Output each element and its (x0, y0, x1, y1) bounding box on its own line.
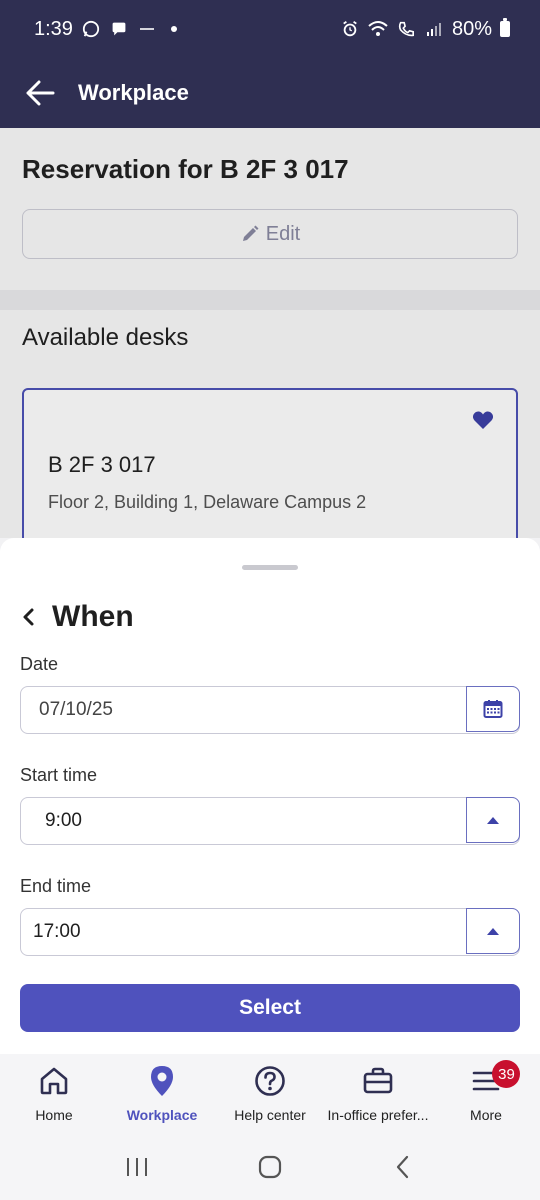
home-icon (40, 1067, 68, 1095)
battery-icon (500, 18, 510, 37)
nav-in-office-label: In-office prefer... (327, 1107, 429, 1123)
end-time-toggle-button[interactable] (466, 908, 520, 954)
caret-up-icon (487, 816, 499, 824)
notification-icon (137, 19, 157, 39)
home-system-button[interactable] (250, 1147, 290, 1187)
nav-workplace[interactable]: Workplace (108, 1054, 216, 1134)
nav-home[interactable]: Home (0, 1054, 108, 1134)
end-time-label: End time (20, 876, 92, 896)
nav-workplace-label: Workplace (126, 1107, 198, 1123)
when-bottom-sheet: When Date Start time End time Select (0, 538, 540, 1054)
end-time-input[interactable] (21, 909, 466, 955)
modal-scrim[interactable] (0, 128, 540, 538)
sheet-header: When (20, 600, 134, 634)
back-button[interactable] (24, 77, 56, 109)
end-time-field (20, 908, 520, 956)
home-circle-icon (258, 1155, 282, 1179)
nav-home-label: Home (35, 1107, 73, 1123)
signal-icon (424, 19, 444, 39)
chevron-left-icon (397, 1155, 409, 1179)
date-input[interactable] (21, 687, 466, 733)
app-bar: Workplace (0, 58, 540, 128)
arrow-left-icon (26, 80, 55, 106)
system-back-button[interactable] (383, 1147, 423, 1187)
date-field (20, 686, 520, 734)
chat-icon (109, 19, 129, 39)
wifi-icon (368, 19, 388, 39)
more-badge: 39 (492, 1060, 521, 1088)
start-time-input[interactable] (21, 798, 466, 844)
recent-apps-button[interactable] (117, 1147, 157, 1187)
alarm-icon (340, 19, 360, 39)
start-time-label: Start time (20, 765, 98, 785)
sheet-drag-handle[interactable] (242, 565, 298, 570)
battery-percent: 80% (451, 17, 492, 40)
date-label: Date (20, 654, 59, 674)
notification-dot-icon (170, 26, 177, 32)
bottom-nav: Home Workplace Help center In-office pre… (0, 1054, 540, 1134)
nav-in-office-preferences[interactable]: In-office prefer... (324, 1054, 432, 1134)
nav-more[interactable]: 39 More (432, 1054, 540, 1134)
wifi-call-icon (396, 19, 416, 39)
briefcase-icon (363, 1067, 393, 1094)
nav-help-center[interactable]: Help center (216, 1054, 324, 1134)
select-button[interactable]: Select (20, 984, 520, 1032)
recent-apps-icon (126, 1158, 147, 1176)
calendar-icon (483, 700, 503, 718)
whatsapp-icon (81, 19, 101, 39)
status-bar: 1:39 80% (0, 0, 540, 58)
help-icon (255, 1066, 285, 1096)
location-pin-icon (151, 1066, 173, 1096)
nav-more-label: More (470, 1107, 502, 1123)
start-time-toggle-button[interactable] (466, 797, 520, 843)
chevron-left-icon[interactable] (20, 607, 36, 627)
start-time-field (20, 797, 520, 845)
page-title: Workplace (78, 80, 189, 105)
nav-help-center-label: Help center (234, 1107, 306, 1123)
sheet-title: When (52, 600, 134, 633)
status-time: 1:39 (34, 17, 73, 40)
calendar-button[interactable] (466, 686, 520, 732)
system-nav-bar (0, 1134, 540, 1200)
caret-up-icon (487, 927, 499, 935)
